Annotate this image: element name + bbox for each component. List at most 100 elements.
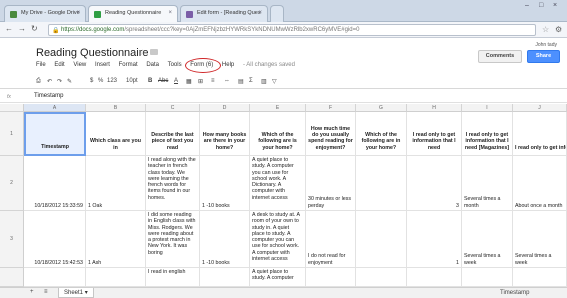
menu-help[interactable]: Help xyxy=(222,62,234,68)
minimize-icon[interactable]: – xyxy=(525,2,529,9)
header-cell-timestamp[interactable]: Timestamp xyxy=(24,112,86,156)
menu-file[interactable]: File xyxy=(36,62,46,68)
column-header[interactable]: F xyxy=(306,104,356,112)
column-header[interactable]: D xyxy=(200,104,250,112)
align-icon[interactable]: ≡ xyxy=(211,78,215,84)
cell-info[interactable]: 3 xyxy=(407,156,462,211)
strikethrough-button[interactable]: Abc xyxy=(158,78,168,84)
borders-icon[interactable]: ⊞ xyxy=(198,78,203,85)
cell-home[interactable]: A desk to study at. A room of your own t… xyxy=(250,211,306,268)
paint-format-icon[interactable]: ✎ xyxy=(67,78,72,85)
cell-timestamp[interactable] xyxy=(24,268,86,287)
comments-button[interactable]: Comments xyxy=(478,50,522,63)
menu-format[interactable]: Format xyxy=(119,62,138,68)
undo-icon[interactable]: ↶ xyxy=(47,78,52,85)
bold-button[interactable]: B xyxy=(148,78,152,84)
row-header[interactable]: 2 xyxy=(0,156,24,211)
document-title[interactable]: Reading Questionnaire xyxy=(36,47,149,59)
tab-edit-form[interactable]: Edit form - [Reading Ques × xyxy=(180,5,268,22)
cell-class[interactable]: 1 Ash xyxy=(86,211,146,268)
close-icon[interactable]: × xyxy=(76,10,80,16)
back-arrow-icon[interactable]: ← xyxy=(5,24,13,33)
grid-corner[interactable] xyxy=(0,104,24,112)
chart-icon[interactable]: ▥ xyxy=(261,78,267,85)
tab-my-drive[interactable]: My Drive - Google Drive × xyxy=(4,5,86,22)
column-header[interactable]: G xyxy=(356,104,407,112)
cell-magazines[interactable]: Several times a week xyxy=(462,211,513,268)
tab-reading-questionnaire[interactable]: Reading Questionnaire × xyxy=(88,5,178,22)
cell-time[interactable]: I do not read for enjoyment xyxy=(306,211,356,268)
wrench-icon[interactable]: ⚙ xyxy=(555,25,562,34)
menu-insert[interactable]: Insert xyxy=(95,62,110,68)
row-header[interactable] xyxy=(0,268,24,287)
user-name[interactable]: John tady xyxy=(535,42,557,48)
percent-button[interactable]: % xyxy=(98,78,103,84)
forward-arrow-icon[interactable]: → xyxy=(18,24,26,33)
cell-magazines[interactable]: Several times a month xyxy=(462,156,513,211)
header-cell-home[interactable]: Which of the following are is your home? xyxy=(250,112,306,156)
cell-in-home[interactable] xyxy=(356,211,407,268)
menu-data[interactable]: Data xyxy=(146,62,159,68)
cell-in-home[interactable] xyxy=(356,156,407,211)
row-header[interactable]: 3 xyxy=(0,211,24,268)
cell-class[interactable] xyxy=(86,268,146,287)
functions-button[interactable]: Σ xyxy=(249,78,253,84)
text-color-button[interactable]: A xyxy=(174,78,178,84)
star-icon[interactable]: ☆ xyxy=(139,48,146,57)
maximize-icon[interactable]: □ xyxy=(539,2,543,9)
currency-button[interactable]: $ xyxy=(90,78,93,84)
header-cell-books[interactable]: How many books are there in your home? xyxy=(200,112,250,156)
menu-tools[interactable]: Tools xyxy=(168,62,182,68)
cell-comics[interactable]: About once a month xyxy=(513,156,567,211)
row-header[interactable]: 1 xyxy=(0,112,24,156)
new-tab-button[interactable] xyxy=(270,5,284,22)
header-cell-magazines[interactable]: I read only to get information that I ne… xyxy=(462,112,513,156)
merge-icon[interactable]: ⇔ xyxy=(224,78,230,84)
cell-text[interactable]: I read along with the teacher in french … xyxy=(146,156,200,211)
print-icon[interactable]: ⎙ xyxy=(36,78,41,85)
menu-view[interactable]: View xyxy=(73,62,86,68)
cell-comics[interactable] xyxy=(513,268,567,287)
header-cell-info[interactable]: I read only to get information that I ne… xyxy=(407,112,462,156)
cell-info[interactable] xyxy=(407,268,462,287)
bookmark-star-icon[interactable]: ☆ xyxy=(542,25,549,34)
cell-text[interactable]: I did some reading in English class with… xyxy=(146,211,200,268)
column-header[interactable]: C xyxy=(146,104,200,112)
cell-books[interactable]: 1 -10 books xyxy=(200,211,250,268)
sheet-list-button[interactable]: ≡ xyxy=(44,289,48,295)
url-field[interactable]: 🔒 https://docs.google.com/spreadsheet/cc… xyxy=(48,24,536,36)
header-cell-text[interactable]: Describe the last piece of text you read xyxy=(146,112,200,156)
sheet-tab[interactable]: Sheet1 ▾ xyxy=(58,288,94,298)
font-size-select[interactable]: 10pt xyxy=(126,78,138,84)
close-icon[interactable]: × xyxy=(168,10,172,16)
number-format-button[interactable]: 123 xyxy=(107,78,117,84)
header-cell-comics[interactable]: I read only to get information that I ne… xyxy=(513,112,567,156)
cell-magazines[interactable] xyxy=(462,268,513,287)
cell-home[interactable]: A quiet place to study. A computer you c… xyxy=(250,156,306,211)
menu-edit[interactable]: Edit xyxy=(54,62,64,68)
column-header[interactable]: I xyxy=(462,104,513,112)
header-cell-in-home[interactable]: Which of the following are in your home? xyxy=(356,112,407,156)
cell-time[interactable]: 30 minutes or less perday xyxy=(306,156,356,211)
add-sheet-button[interactable]: + xyxy=(30,289,34,295)
cell-books[interactable] xyxy=(200,268,250,287)
cell-timestamp[interactable]: 10/18/2012 15:33:59 xyxy=(24,156,86,211)
folder-icon[interactable] xyxy=(150,49,158,55)
cell-books[interactable]: 1 -10 books xyxy=(200,156,250,211)
cell-class[interactable]: 1 Oak xyxy=(86,156,146,211)
filter-icon[interactable]: ▽ xyxy=(272,78,277,85)
reload-icon[interactable]: ↻ xyxy=(31,24,38,33)
cell-info[interactable]: 1 xyxy=(407,211,462,268)
insert-comment-icon[interactable]: ▤ xyxy=(238,78,244,85)
formula-input[interactable]: Timestamp xyxy=(34,93,63,99)
share-button[interactable]: Share xyxy=(527,50,560,63)
chevron-down-icon[interactable]: ▾ xyxy=(85,290,88,296)
cell-comics[interactable]: Several times a week xyxy=(513,211,567,268)
cell-time[interactable] xyxy=(306,268,356,287)
header-cell-class[interactable]: Which class are you in xyxy=(86,112,146,156)
column-header[interactable]: H xyxy=(407,104,462,112)
cell-in-home[interactable] xyxy=(356,268,407,287)
cell-timestamp[interactable]: 10/18/2012 15:42:53 xyxy=(24,211,86,268)
column-header[interactable]: J xyxy=(513,104,567,112)
header-cell-time[interactable]: How much time do you usually spend readi… xyxy=(306,112,356,156)
